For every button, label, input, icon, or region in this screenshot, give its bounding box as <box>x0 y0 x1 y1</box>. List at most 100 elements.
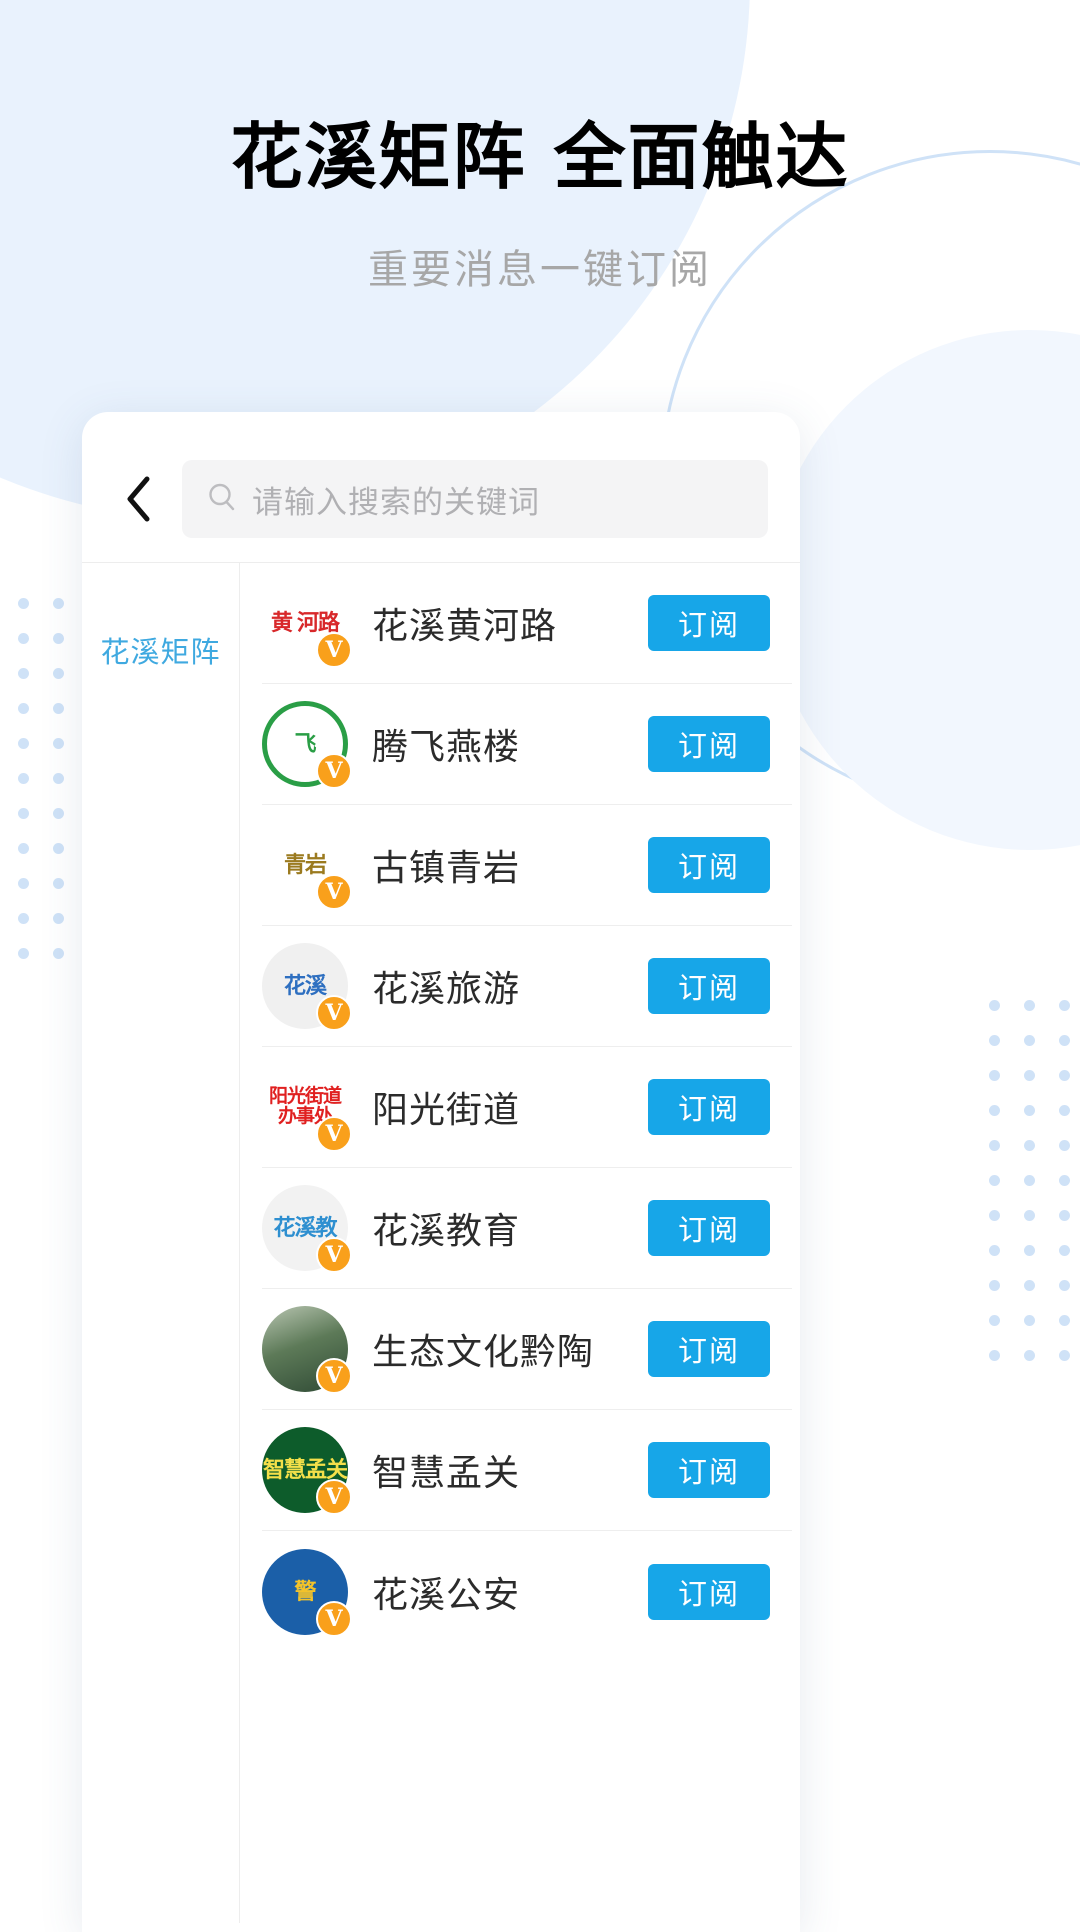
decor-dot <box>1024 1000 1035 1011</box>
decor-dot <box>18 843 29 854</box>
list-item[interactable]: 警 V 花溪公安 订阅 <box>262 1531 792 1652</box>
decor-dot <box>989 1140 1000 1151</box>
verified-badge-icon: V <box>316 753 352 789</box>
verified-badge-icon: V <box>316 632 352 668</box>
account-name: 花溪旅游 <box>372 968 521 1009</box>
avatar: 花溪 V <box>262 943 352 1031</box>
subscribe-button[interactable]: 订阅 <box>648 1321 770 1377</box>
decor-dot <box>53 878 64 889</box>
decor-dot <box>1024 1140 1035 1151</box>
back-button[interactable] <box>114 475 162 523</box>
avatar: 花溪教 V <box>262 1185 352 1273</box>
avatar: 青岩 V <box>262 822 352 910</box>
subscribe-button[interactable]: 订阅 <box>648 595 770 651</box>
decor-dot <box>53 843 64 854</box>
subscribe-button[interactable]: 订阅 <box>648 1200 770 1256</box>
decor-dot <box>18 808 29 819</box>
decor-dot <box>53 598 64 609</box>
avatar: 警V <box>262 1548 352 1637</box>
decor-dot <box>989 1000 1000 1011</box>
decor-dot <box>18 773 29 784</box>
decor-dot <box>989 1245 1000 1256</box>
decor-dot <box>1059 1245 1070 1256</box>
avatar: 智慧孟关 V <box>262 1427 352 1515</box>
account-name: 生态文化黔陶 <box>372 1331 595 1372</box>
verified-badge-icon: V <box>316 1358 352 1394</box>
decor-dot <box>18 913 29 924</box>
verified-badge-icon: V <box>316 995 352 1031</box>
verified-badge-icon: V <box>316 1237 352 1273</box>
decor-dot <box>1059 1070 1070 1081</box>
list-item[interactable]: 花溪教 V 花溪教育 订阅 <box>262 1168 792 1289</box>
decor-dot <box>1059 1210 1070 1221</box>
account-name: 花溪教育 <box>372 1210 521 1251</box>
decor-dot <box>18 878 29 889</box>
decor-dot <box>1059 1035 1070 1046</box>
decor-dot <box>53 703 64 714</box>
catalog-body: 花溪矩阵 黄 河路 V 花溪黄河路 订阅飞 V 腾飞燕楼 订阅 青岩 V 古镇青岩 订阅 花溪 V 花溪旅… <box>82 563 800 1923</box>
decor-dot <box>18 598 29 609</box>
decor-dot <box>53 913 64 924</box>
decor-dot <box>1024 1350 1035 1361</box>
decor-dot <box>18 738 29 749</box>
decor-dot <box>1059 1280 1070 1291</box>
page-title: 花溪矩阵 全面触达 <box>230 115 850 199</box>
decor-dot <box>18 948 29 959</box>
account-name: 腾飞燕楼 <box>372 726 521 767</box>
subscribe-button[interactable]: 订阅 <box>648 1079 770 1135</box>
decor-dot <box>989 1350 1000 1361</box>
verified-badge-icon: V <box>316 1479 352 1515</box>
decor-dot <box>1024 1035 1035 1046</box>
subscribe-button[interactable]: 订阅 <box>648 958 770 1014</box>
decor-dot <box>1059 1175 1070 1186</box>
decor-dot <box>1024 1315 1035 1326</box>
subscribe-button[interactable]: 订阅 <box>648 837 770 893</box>
decor-dot <box>989 1035 1000 1046</box>
list-item[interactable]: 花溪 V 花溪旅游 订阅 <box>262 926 792 1047</box>
decor-dot <box>1024 1210 1035 1221</box>
list-item[interactable]: 黄 河路 V 花溪黄河路 订阅 <box>262 563 792 684</box>
list-item[interactable]: 飞 V 腾飞燕楼 订阅 <box>262 684 792 805</box>
account-name: 阳光街道 <box>372 1089 521 1130</box>
page-subtitle: 重要消息一键订阅 <box>368 248 712 293</box>
phone-mockup-card: 请输入搜索的关键词 花溪矩阵 黄 河路 V 花溪黄河路 订阅飞 V 腾飞燕楼 订阅 青岩 V 古镇… <box>82 412 800 1932</box>
sidebar-item-0[interactable]: 花溪矩阵 <box>82 615 239 685</box>
decor-dot <box>53 773 64 784</box>
decor-dot <box>989 1105 1000 1116</box>
search-input[interactable]: 请输入搜索的关键词 <box>182 460 768 538</box>
list-item[interactable]: 青岩 V 古镇青岩 订阅 <box>262 805 792 926</box>
page-header: 花溪矩阵 全面触达 重要消息一键订阅 <box>0 0 1080 295</box>
decor-dot <box>18 668 29 679</box>
decor-dot <box>53 738 64 749</box>
decor-dot <box>18 703 29 714</box>
decor-dot <box>53 633 64 644</box>
search-bar: 请输入搜索的关键词 <box>82 412 800 562</box>
category-sidebar: 花溪矩阵 <box>82 563 240 1923</box>
subscribe-button[interactable]: 订阅 <box>648 716 770 772</box>
avatar: 飞V <box>262 701 352 789</box>
subscribe-button[interactable]: 订阅 <box>648 1442 770 1498</box>
avatar: V <box>262 1306 352 1394</box>
decor-dot <box>989 1315 1000 1326</box>
list-item[interactable]: V 生态文化黔陶 订阅 <box>262 1289 792 1410</box>
decor-dot <box>1059 1000 1070 1011</box>
decor-dot-grid-right <box>989 1000 1070 1361</box>
decor-dot <box>1059 1105 1070 1116</box>
decor-dot <box>1059 1350 1070 1361</box>
list-item[interactable]: 阳光街道 办事处 V 阳光街道 订阅 <box>262 1047 792 1168</box>
decor-dot <box>53 808 64 819</box>
account-name: 智慧孟关 <box>372 1452 521 1493</box>
list-item[interactable]: 智慧孟关 V 智慧孟关 订阅 <box>262 1410 792 1531</box>
decor-dot <box>1059 1315 1070 1326</box>
decor-dot <box>1024 1245 1035 1256</box>
decor-dot <box>989 1280 1000 1291</box>
decor-dot <box>1024 1280 1035 1291</box>
decor-dot <box>989 1210 1000 1221</box>
chevron-left-icon <box>123 475 153 523</box>
decor-dot <box>1024 1175 1035 1186</box>
verified-badge-icon: V <box>316 1116 352 1152</box>
search-placeholder-text: 请输入搜索的关键词 <box>252 484 540 520</box>
account-list: 黄 河路 V 花溪黄河路 订阅飞 V 腾飞燕楼 订阅 青岩 V 古镇青岩 订阅 花溪 V 花溪旅游 订阅 阳光… <box>240 563 800 1923</box>
verified-badge-icon: V <box>316 1600 352 1637</box>
subscribe-button[interactable]: 订阅 <box>648 1563 770 1620</box>
